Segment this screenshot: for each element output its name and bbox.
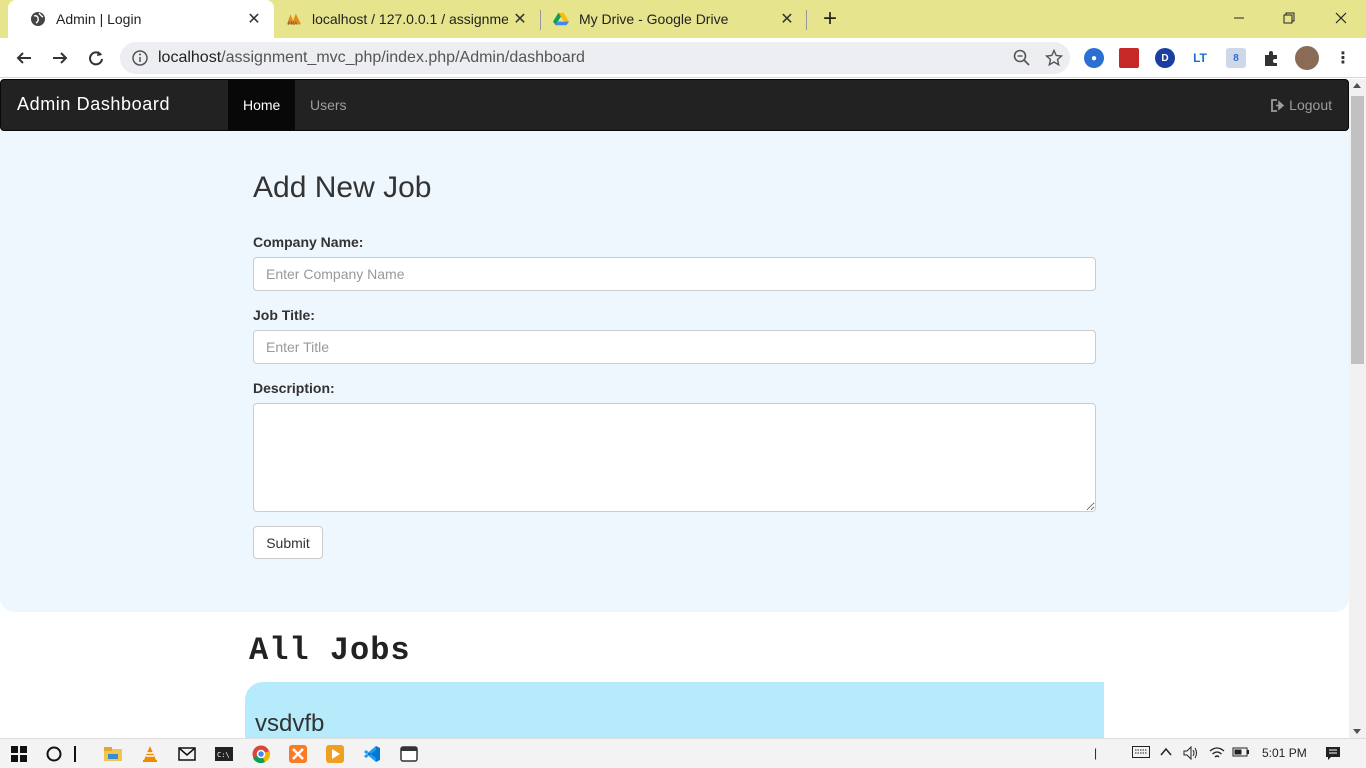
url-path: /assignment_mvc_php/index.php/Admin/dash… [221, 49, 585, 66]
puzzle-icon[interactable] [1261, 48, 1281, 68]
windows-start-icon[interactable] [8, 743, 30, 765]
all-jobs-heading: All Jobs [249, 632, 411, 669]
file-explorer-icon[interactable] [102, 743, 124, 765]
url-text: localhost/assignment_mvc_php/index.php/A… [158, 49, 1006, 67]
extension-icon[interactable]: 8 [1226, 48, 1246, 68]
add-job-heading: Add New Job [253, 171, 432, 204]
tab-title: localhost / 127.0.0.1 / assignment [312, 11, 508, 27]
vertical-scrollbar[interactable] [1349, 79, 1366, 738]
clock[interactable]: 5:01 PM [1262, 746, 1307, 760]
mail-icon[interactable] [176, 743, 198, 765]
job-card[interactable]: vsdvfb [245, 682, 1104, 738]
navbar-brand[interactable]: Admin Dashboard [17, 94, 170, 115]
page-viewport: Admin Dashboard Home Users Logout Add Ne… [0, 79, 1349, 738]
address-bar[interactable]: localhost/assignment_mvc_php/index.php/A… [120, 42, 1070, 74]
scroll-down-icon[interactable] [1353, 729, 1361, 734]
arrow-right-icon [53, 52, 68, 64]
search-circle-icon[interactable] [43, 743, 65, 765]
restore-icon [1283, 12, 1295, 24]
windows-taskbar: C:\ | 5:01 PM [0, 738, 1366, 768]
close-window-button[interactable] [1318, 0, 1364, 36]
back-button[interactable] [10, 44, 38, 72]
url-host: localhost [158, 49, 222, 66]
minimize-button[interactable] [1216, 0, 1262, 36]
job-title-label: Job Title: [253, 307, 315, 323]
submit-button[interactable]: Submit [253, 526, 323, 559]
extension-icon[interactable]: ● [1084, 48, 1104, 68]
keyboard-icon[interactable] [1132, 746, 1150, 761]
reload-button[interactable] [82, 44, 110, 72]
browser-tab-admin-login[interactable]: Admin | Login ✕ [8, 0, 274, 38]
tab-title: My Drive - Google Drive [579, 11, 729, 27]
wifi-icon[interactable] [1209, 746, 1225, 763]
vscode-icon[interactable] [361, 743, 383, 765]
tab-separator [806, 10, 807, 30]
extension-icon[interactable]: LT [1190, 48, 1210, 68]
logout-icon [1271, 98, 1285, 112]
minimize-icon [1234, 17, 1244, 19]
battery-icon[interactable] [1232, 746, 1250, 761]
chrome-icon[interactable] [250, 743, 272, 765]
close-icon [1335, 12, 1347, 24]
extension-icon[interactable] [1119, 48, 1139, 68]
tab-title: Admin | Login [56, 11, 142, 27]
description-label: Description: [253, 380, 335, 396]
nav-users[interactable]: Users [295, 80, 362, 130]
svg-text:C:\: C:\ [217, 751, 230, 759]
browser-toolbar: localhost/assignment_mvc_php/index.php/A… [0, 38, 1366, 78]
globe-icon [30, 11, 46, 27]
new-tab-button[interactable]: + [818, 4, 842, 34]
svg-text:PMA: PMA [288, 21, 298, 27]
xampp-icon[interactable] [287, 743, 309, 765]
scroll-up-icon[interactable] [1353, 83, 1361, 88]
reload-icon [89, 51, 103, 66]
close-tab-icon[interactable]: ✕ [242, 9, 266, 29]
arrow-left-icon [16, 52, 31, 64]
add-job-panel: Add New Job Company Name: Job Title: Des… [0, 131, 1349, 612]
chevron-up-icon[interactable] [1160, 746, 1172, 761]
app-window-icon[interactable] [398, 743, 420, 765]
info-icon[interactable] [132, 50, 148, 66]
extension-icon[interactable]: D [1155, 48, 1175, 68]
admin-navbar: Admin Dashboard Home Users Logout [0, 79, 1349, 131]
close-tab-icon[interactable]: ✕ [508, 9, 532, 29]
browser-tab-google-drive[interactable]: My Drive - Google Drive ✕ [541, 0, 807, 38]
browser-tab-phpmyadmin[interactable]: PMA localhost / 127.0.0.1 / assignment ✕ [274, 0, 540, 38]
job-title-input[interactable] [253, 330, 1096, 364]
notification-icon[interactable] [1325, 746, 1341, 765]
company-name-input[interactable] [253, 257, 1096, 291]
description-textarea[interactable] [253, 403, 1096, 512]
company-name-label: Company Name: [253, 234, 364, 250]
forward-button[interactable] [46, 44, 74, 72]
terminal-icon[interactable]: C:\ [213, 743, 235, 765]
profile-avatar[interactable] [1295, 46, 1319, 70]
nav-home[interactable]: Home [228, 80, 296, 130]
job-card-title: vsdvfb [255, 710, 325, 737]
task-view-icon[interactable] [70, 743, 82, 765]
restore-button[interactable] [1266, 0, 1312, 36]
bookmark-star-icon[interactable] [1038, 49, 1070, 67]
show-desktop-divider: | [1094, 746, 1098, 760]
vlc-icon[interactable] [139, 743, 161, 765]
zoom-icon[interactable] [1006, 49, 1038, 67]
volume-icon[interactable] [1183, 745, 1199, 763]
scrollbar-thumb[interactable] [1351, 96, 1364, 364]
browser-tab-strip: Admin | Login ✕ PMA localhost / 127.0.0.… [0, 0, 1366, 38]
phpmyadmin-icon: PMA [286, 11, 302, 27]
more-menu-icon[interactable]: ⋮ [1333, 48, 1353, 68]
logout-link[interactable]: Logout [1271, 80, 1332, 130]
media-player-icon[interactable] [324, 743, 346, 765]
logout-label: Logout [1289, 97, 1332, 113]
close-tab-icon[interactable]: ✕ [775, 9, 799, 29]
google-drive-icon [553, 11, 569, 27]
